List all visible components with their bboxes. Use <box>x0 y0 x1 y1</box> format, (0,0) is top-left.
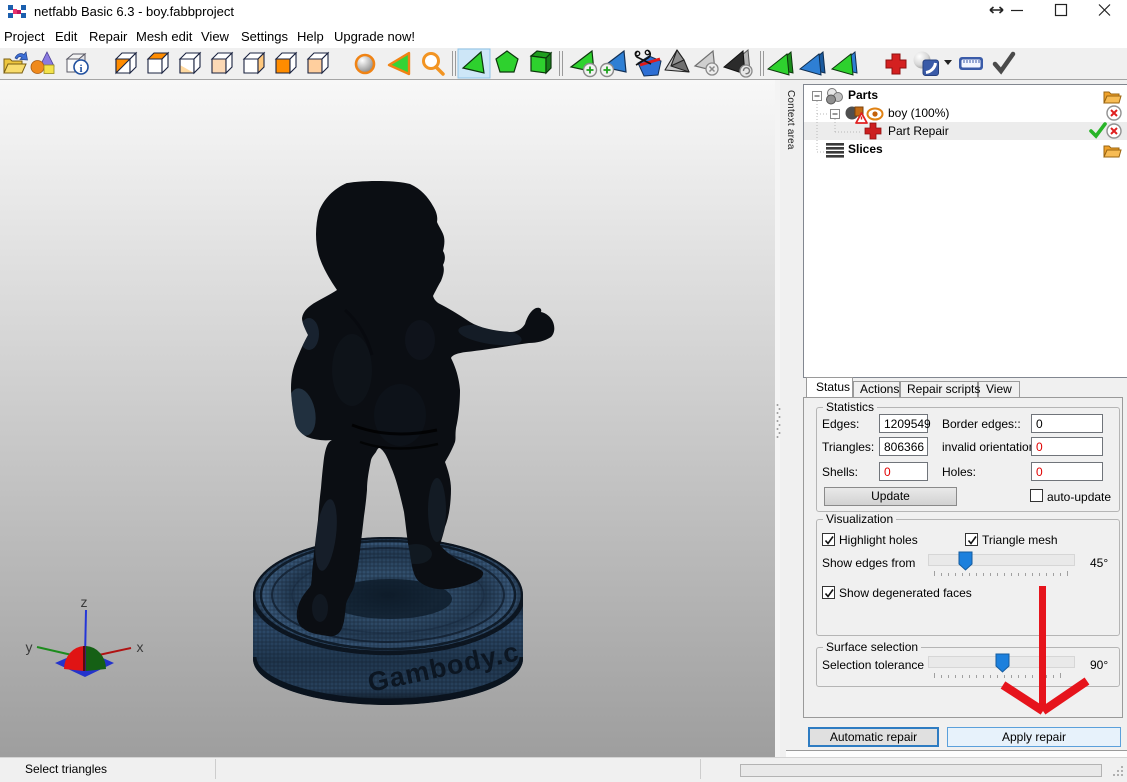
svg-text:z: z <box>81 594 88 610</box>
svg-text:i: i <box>79 63 82 75</box>
svg-text:y: y <box>26 639 33 655</box>
svg-text:x: x <box>137 639 144 655</box>
